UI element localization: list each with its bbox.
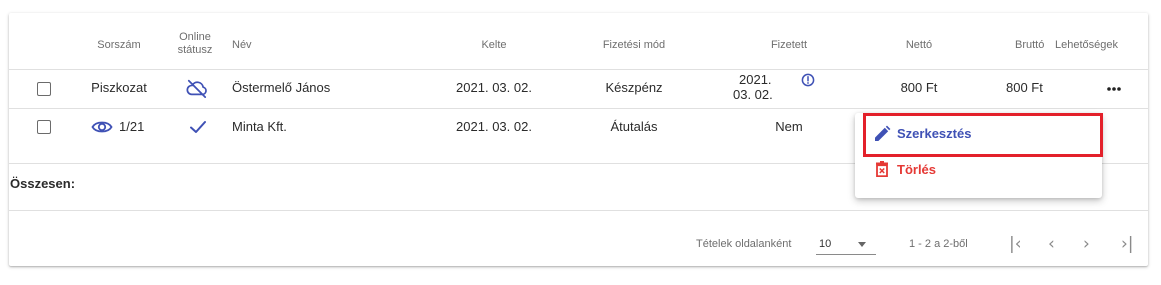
column-header-nev[interactable]: Név (232, 39, 292, 52)
row-nev: Östermelő János (232, 80, 331, 95)
column-header-fizetett[interactable]: Fizetett (749, 39, 829, 52)
trash-icon (875, 161, 889, 178)
row-nev: Minta Kft. (232, 119, 287, 134)
row-fizetett: 2021. 03. 02. (733, 72, 793, 102)
column-header-online-status[interactable]: Online státusz (171, 31, 219, 57)
column-header-online-line1: Online (179, 31, 211, 43)
row-fizetesi-mod: Készpénz (605, 80, 663, 95)
pagination-range-label: 1 - 2 a 2-ből (909, 238, 968, 250)
pagination-per-page-value: 10 (819, 238, 832, 250)
row-kelte: 2021. 03. 02. (456, 119, 532, 134)
first-page-icon[interactable]: |‹ (1009, 235, 1022, 253)
menu-item-delete-label: Törlés (897, 162, 937, 177)
previous-page-icon[interactable]: ‹ (1048, 235, 1055, 253)
column-header-brutto[interactable]: Bruttó (1015, 39, 1055, 52)
row-sorszam: Piszkozat (91, 80, 147, 95)
row-sorszam: 1/21 (119, 119, 145, 134)
menu-item-delete[interactable]: Törlés (855, 157, 1102, 189)
row-fizetesi-mod: Átutalás (610, 119, 658, 134)
highlight-box (863, 113, 1103, 157)
eye-icon[interactable] (91, 118, 113, 136)
chevron-down-icon (858, 242, 866, 247)
row-kelte: 2021. 03. 02. (456, 80, 532, 95)
column-header-fizetesi-mod[interactable]: Fizetési mód (584, 39, 684, 52)
row-fizetett-line2: 03. 02. (733, 87, 773, 102)
column-header-lehetosegek: Lehetőségek (1055, 39, 1118, 51)
table-row[interactable]: Piszkozat Östermelő János 2021. 03. 02. … (9, 70, 1148, 107)
row-fizetett: Nem (775, 119, 803, 134)
pagination-per-page-select[interactable]: 10 (816, 233, 876, 255)
row-brutto: 800 Ft (1006, 80, 1043, 95)
row-fizetett-line1: 2021. (739, 72, 772, 87)
row-checkbox[interactable] (37, 82, 51, 96)
column-header-online-line2: státusz (177, 44, 213, 56)
column-header-kelte[interactable]: Kelte (449, 39, 539, 52)
info-icon[interactable] (801, 73, 815, 87)
row-checkbox[interactable] (37, 120, 51, 134)
header-checkbox-column (9, 13, 69, 69)
summary-label: Összesen: (10, 176, 76, 191)
last-page-icon[interactable]: ›| (1121, 235, 1134, 253)
column-header-netto[interactable]: Nettó (884, 39, 954, 52)
more-horizontal-icon[interactable] (1103, 74, 1127, 98)
next-page-icon[interactable]: › (1083, 235, 1090, 253)
cloud-off-icon (186, 78, 208, 98)
pagination-per-page-label: Tételek oldalanként (696, 238, 792, 250)
summary-divider (9, 210, 1148, 211)
column-header-sorszam[interactable]: Sorszám (79, 39, 159, 52)
check-icon (189, 119, 207, 135)
row-netto: 800 Ft (900, 80, 938, 95)
